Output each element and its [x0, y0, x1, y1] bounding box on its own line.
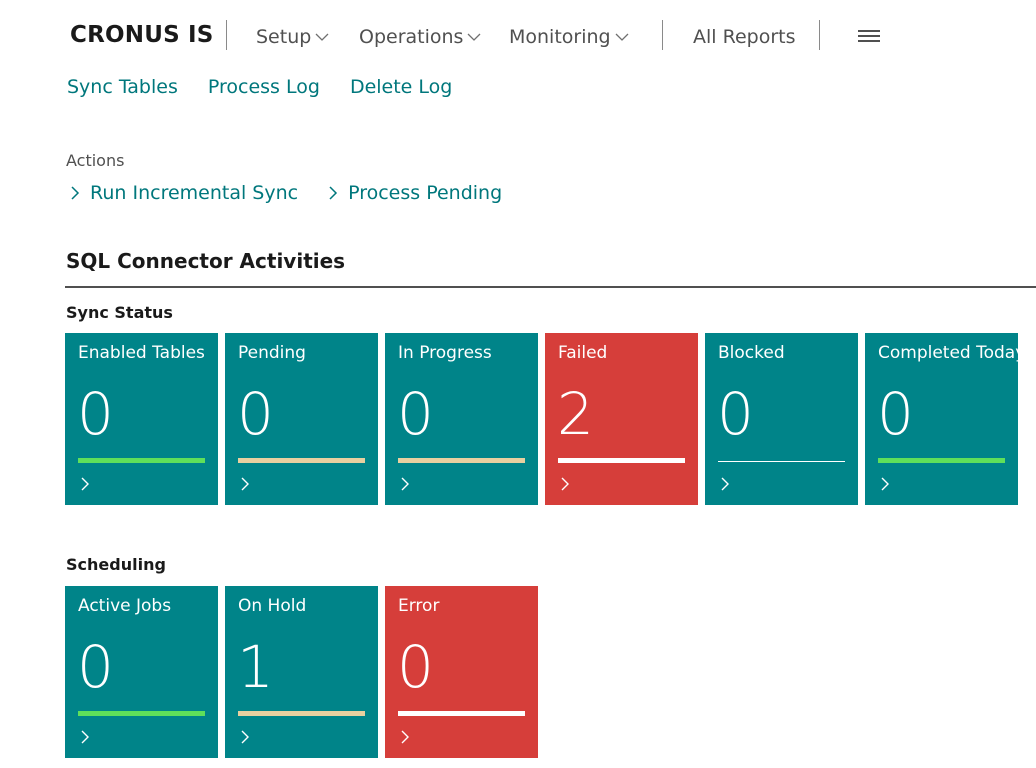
- delete-log-link[interactable]: Delete Log: [350, 76, 452, 98]
- menu-monitoring[interactable]: Monitoring: [509, 26, 629, 48]
- chevron-right-icon: [241, 730, 249, 744]
- tile-label: On Hold: [238, 596, 307, 616]
- action-label: Run Incremental Sync: [90, 182, 299, 204]
- menu-operations-label: Operations: [359, 26, 464, 48]
- tile-value: 1: [237, 633, 274, 701]
- tile-error[interactable]: Error 0: [385, 586, 538, 758]
- chevron-down-icon: [468, 33, 481, 41]
- nav-separator: [819, 20, 820, 50]
- tile-label: Pending: [238, 343, 306, 363]
- nav-separator: [226, 20, 227, 50]
- tile-label: Active Jobs: [78, 596, 172, 616]
- tile-completed-today[interactable]: Completed Today 0: [865, 333, 1025, 505]
- process-log-link[interactable]: Process Log: [208, 76, 320, 98]
- chevron-down-icon: [315, 33, 329, 41]
- tile-blocked[interactable]: Blocked 0: [705, 333, 858, 505]
- actions-label: Actions: [66, 151, 125, 170]
- actions-bar: Run Incremental Sync Process Pending: [68, 182, 502, 204]
- action-label: Process Pending: [348, 182, 503, 204]
- chevron-right-icon: [81, 477, 89, 491]
- tile-in-progress[interactable]: In Progress 0: [385, 333, 538, 505]
- sub-navigation: Sync Tables Process Log Delete Log: [67, 76, 452, 98]
- tile-on-hold[interactable]: On Hold 1: [225, 586, 378, 758]
- tile-indicator-bar: [78, 458, 205, 463]
- chevron-down-icon: [615, 33, 629, 41]
- tile-label: Blocked: [718, 343, 785, 363]
- tile-indicator-bar: [718, 461, 845, 462]
- chevron-right-icon: [329, 186, 338, 200]
- tile-value: 0: [877, 380, 914, 448]
- tile-indicator-bar: [878, 458, 1005, 463]
- tile-indicator-bar: [398, 458, 525, 463]
- chevron-right-icon: [71, 186, 80, 200]
- sync-tables-link[interactable]: Sync Tables: [67, 76, 178, 98]
- chevron-right-icon: [401, 730, 409, 744]
- scheduling-tiles: Active Jobs 0 On Hold 1 Error 0: [65, 586, 538, 758]
- tile-indicator-bar: [558, 458, 685, 463]
- tile-indicator-bar: [78, 711, 205, 716]
- chevron-right-icon: [561, 477, 569, 491]
- tile-indicator-bar: [238, 458, 365, 463]
- tile-indicator-bar: [238, 711, 365, 716]
- tile-value: 0: [397, 633, 434, 701]
- tile-pending[interactable]: Pending 0: [225, 333, 378, 505]
- chevron-right-icon: [881, 477, 889, 491]
- tile-value: 0: [77, 380, 114, 448]
- tile-value: 0: [397, 380, 434, 448]
- tile-label: Error: [398, 596, 440, 616]
- tile-enabled-tables[interactable]: Enabled Tables 0: [65, 333, 218, 505]
- tile-label: Completed Today: [878, 343, 1026, 363]
- tile-value: 0: [237, 380, 274, 448]
- process-pending-action[interactable]: Process Pending: [326, 182, 502, 204]
- chevron-right-icon: [401, 477, 409, 491]
- tile-failed[interactable]: Failed 2: [545, 333, 698, 505]
- tile-value: 0: [77, 633, 114, 701]
- tile-value: 2: [557, 380, 594, 448]
- menu-operations[interactable]: Operations: [359, 26, 481, 48]
- tile-value: 0: [717, 380, 754, 448]
- top-navigation: CRONUS IS Setup Operations Monitoring Al…: [0, 0, 1036, 76]
- chevron-right-icon: [721, 477, 729, 491]
- chevron-right-icon: [81, 730, 89, 744]
- tile-label: Enabled Tables: [78, 343, 205, 363]
- hamburger-menu-icon[interactable]: [858, 30, 880, 44]
- run-incremental-sync-action[interactable]: Run Incremental Sync: [68, 182, 298, 204]
- section-divider: [65, 286, 1036, 288]
- group-title-sync-status: Sync Status: [66, 303, 173, 322]
- all-reports-link[interactable]: All Reports: [693, 26, 795, 48]
- nav-separator: [662, 20, 663, 50]
- tile-label: In Progress: [398, 343, 492, 363]
- tile-label: Failed: [558, 343, 608, 363]
- chevron-right-icon: [241, 477, 249, 491]
- group-title-scheduling: Scheduling: [66, 555, 166, 574]
- company-name[interactable]: CRONUS IS: [70, 22, 214, 48]
- menu-setup-label: Setup: [256, 26, 312, 48]
- tile-active-jobs[interactable]: Active Jobs 0: [65, 586, 218, 758]
- menu-monitoring-label: Monitoring: [509, 26, 611, 48]
- tile-indicator-bar: [398, 711, 525, 716]
- section-title: SQL Connector Activities: [66, 249, 346, 273]
- sync-status-tiles: Enabled Tables 0 Pending 0 In Progress 0 Faile…: [65, 333, 1025, 505]
- menu-setup[interactable]: Setup: [256, 26, 329, 48]
